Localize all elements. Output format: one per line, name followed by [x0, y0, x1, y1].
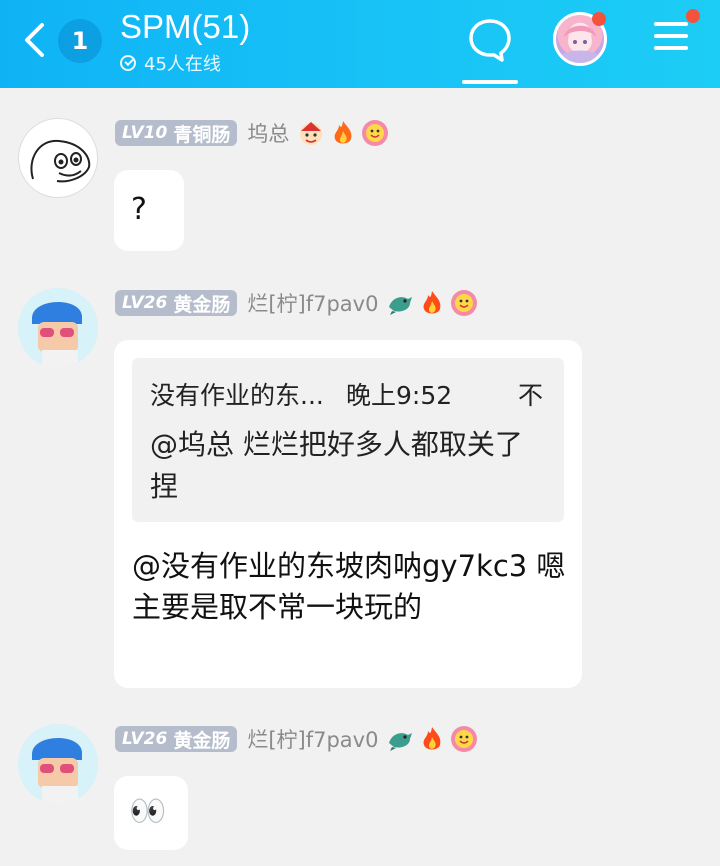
level-badge: LV26 黄金肠 [115, 726, 238, 752]
online-status: 45人在线 [120, 50, 221, 76]
level-number: LV10 [122, 123, 168, 143]
message-text: 👀 [129, 794, 167, 829]
sender-meta: LV10 青铜肠 坞总 [115, 118, 389, 148]
sender-name[interactable]: 坞总 [247, 118, 289, 148]
message-bubble[interactable]: 👀 [114, 776, 188, 850]
back-arrow-icon[interactable] [18, 22, 54, 58]
rank-title: 青铜肠 [173, 123, 231, 146]
sender-name[interactable]: 烂[柠]f7pav0 [247, 288, 378, 318]
quoted-reply[interactable]: 没有作业的东... 晚上9:52 不 @坞总 烂烂把好多人都取关了捏 [132, 358, 564, 522]
menu-notification-dot [686, 9, 700, 23]
character-avatar-icon [18, 288, 98, 368]
rank-title: 黄金肠 [173, 293, 231, 316]
avatar-notification-dot [592, 12, 606, 26]
dragon-icon [389, 733, 413, 751]
message-text: @没有作业的东坡肉呐gy7kc3 嗯 主要是取不常一块玩的 [132, 549, 566, 624]
chat-bubble-icon[interactable] [466, 16, 514, 64]
dragon-icon [389, 297, 413, 315]
quote-time: 晚上9:52 [346, 381, 453, 410]
fire-icon [424, 727, 441, 750]
level-badge: LV10 青铜肠 [115, 120, 238, 146]
group-title[interactable]: SPM(51) [120, 8, 250, 46]
character-avatar-icon [18, 724, 98, 804]
sender-name[interactable]: 烂[柠]f7pav0 [247, 724, 378, 754]
quote-author: 没有作业的东... [150, 381, 324, 410]
active-tab-indicator [462, 80, 518, 84]
badge-list [297, 119, 389, 147]
online-count: 45人在线 [144, 54, 221, 75]
smile-flower-icon [451, 726, 478, 752]
fortune-god-icon [300, 122, 323, 145]
level-number: LV26 [122, 293, 168, 313]
fire-icon [424, 291, 441, 314]
sender-meta: LV26 黄金肠 烂[柠]f7pav0 [115, 288, 478, 318]
avatar[interactable] [18, 288, 98, 368]
avatar[interactable] [18, 724, 98, 804]
badge-list [386, 289, 478, 317]
quote-text: @坞总 烂烂把好多人都取关了捏 [150, 428, 523, 503]
message-bubble[interactable]: ? [114, 170, 184, 251]
unread-count-badge[interactable]: 1 [58, 19, 102, 63]
smile-flower-icon [451, 290, 478, 316]
message-text: ? [131, 192, 147, 227]
badge-list [386, 725, 478, 753]
quote-close-glyph: 不 [518, 381, 544, 410]
doodle-face-icon [30, 139, 91, 183]
avatar[interactable] [18, 118, 98, 198]
level-number: LV26 [122, 729, 168, 749]
level-badge: LV26 黄金肠 [115, 290, 238, 316]
menu-icon[interactable] [654, 22, 688, 56]
rank-title: 黄金肠 [173, 729, 231, 752]
check-circle-icon [120, 55, 136, 71]
fire-icon [334, 121, 352, 144]
sender-meta: LV26 黄金肠 烂[柠]f7pav0 [115, 724, 478, 754]
message-bubble[interactable]: 没有作业的东... 晚上9:52 不 @坞总 烂烂把好多人都取关了捏 @没有作业… [114, 340, 582, 688]
chat-header: 1 SPM(51) 45人在线 [0, 0, 720, 88]
smile-flower-icon [362, 120, 389, 146]
